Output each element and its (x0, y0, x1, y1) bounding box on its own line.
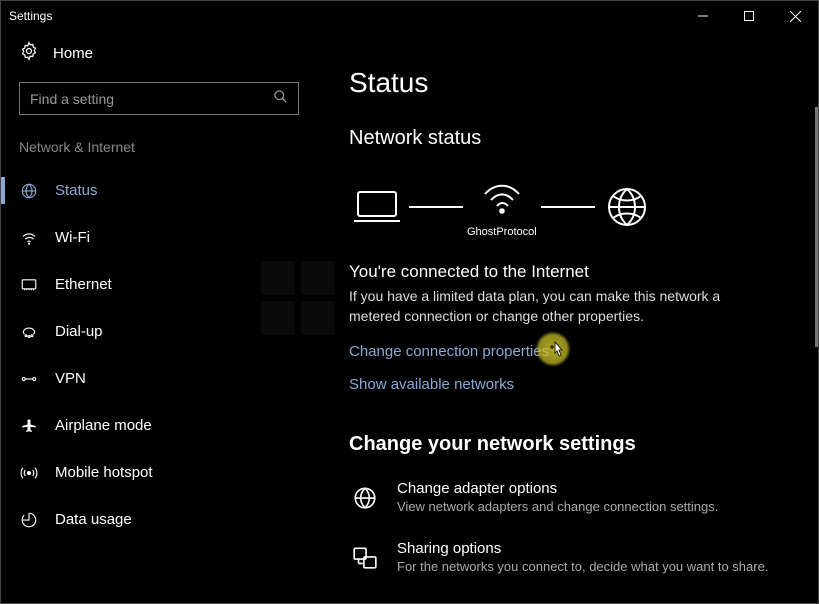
sidebar-item-vpn[interactable]: VPN (1, 355, 321, 402)
sidebar-item-label: Airplane mode (55, 417, 152, 434)
setting-label: Change adapter options (397, 480, 718, 497)
adapter-icon (349, 482, 381, 514)
sidebar-item-hotspot[interactable]: Mobile hotspot (1, 449, 321, 496)
home-label: Home (53, 45, 93, 62)
page-title: Status (349, 67, 790, 99)
home-button[interactable]: Home (1, 31, 321, 82)
show-available-networks-link[interactable]: Show available networks (349, 376, 790, 393)
globe-icon (599, 185, 655, 229)
search-box[interactable] (19, 82, 299, 115)
connector-line (541, 206, 595, 208)
sharing-icon (349, 542, 381, 574)
ethernet-icon (19, 275, 39, 295)
watermark (261, 261, 341, 346)
connector-line (409, 206, 463, 208)
settings-window: Settings Home Network & Internet (0, 0, 819, 604)
status-icon (19, 181, 39, 201)
search-input[interactable] (30, 91, 273, 107)
change-adapter-options[interactable]: Change adapter options View network adap… (349, 480, 790, 514)
hotspot-icon (19, 463, 39, 483)
close-button[interactable] (772, 1, 818, 31)
gear-icon (19, 41, 39, 66)
section-header: Network & Internet (1, 139, 321, 167)
wifi-icon (19, 228, 39, 248)
sidebar-item-status[interactable]: Status (1, 167, 321, 214)
setting-label: Sharing options (397, 540, 768, 557)
window-title: Settings (9, 9, 52, 23)
setting-desc: For the networks you connect to, decide … (397, 559, 768, 574)
computer-icon (349, 185, 405, 229)
sidebar-item-label: Wi-Fi (55, 229, 90, 246)
network-diagram: GhostProtocol (349, 176, 790, 238)
sidebar-item-label: Dial-up (55, 323, 103, 340)
sidebar-item-label: Data usage (55, 511, 132, 528)
change-settings-heading: Change your network settings (349, 433, 790, 456)
minimize-button[interactable] (680, 1, 726, 31)
change-connection-properties-link[interactable]: Change connection properties (349, 343, 790, 360)
titlebar[interactable]: Settings (1, 1, 818, 31)
search-icon (273, 89, 288, 109)
sidebar-item-datausage[interactable]: Data usage (1, 496, 321, 543)
connection-status-desc: If you have a limited data plan, you can… (349, 286, 769, 327)
connection-status-heading: You're connected to the Internet (349, 262, 790, 282)
setting-desc: View network adapters and change connect… (397, 499, 718, 514)
scrollbar[interactable] (815, 107, 818, 347)
sidebar-item-label: Status (55, 182, 98, 199)
window-controls (680, 1, 818, 31)
datausage-icon (19, 510, 39, 530)
network-name-label: GhostProtocol (467, 226, 537, 238)
sidebar-item-label: Mobile hotspot (55, 464, 153, 481)
airplane-icon (19, 416, 39, 436)
dialup-icon (19, 322, 39, 342)
sharing-options[interactable]: Sharing options For the networks you con… (349, 540, 790, 574)
maximize-button[interactable] (726, 1, 772, 31)
sidebar-item-label: Ethernet (55, 276, 112, 293)
main-content: Status Network status GhostProtocol (321, 31, 818, 603)
vpn-icon (19, 369, 39, 389)
sidebar-item-airplane[interactable]: Airplane mode (1, 402, 321, 449)
sidebar-item-wifi[interactable]: Wi-Fi (1, 214, 321, 261)
network-status-heading: Network status (349, 127, 790, 150)
sidebar-item-label: VPN (55, 370, 86, 387)
wifi-signal-icon (474, 176, 530, 220)
